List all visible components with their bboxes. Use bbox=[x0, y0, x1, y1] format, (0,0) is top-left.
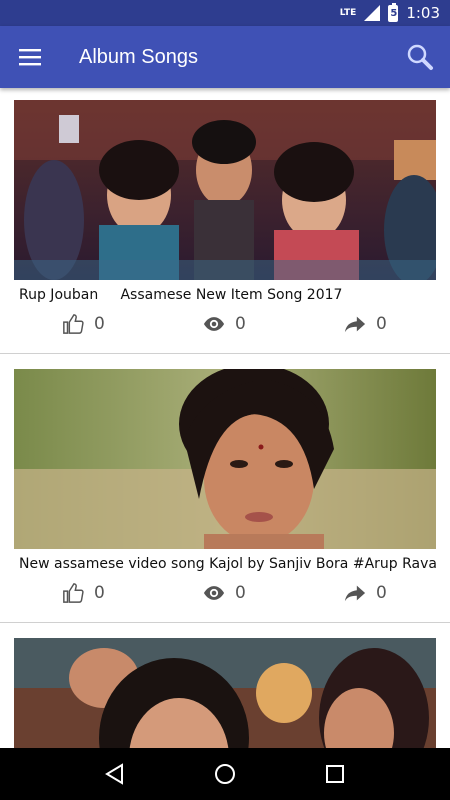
eye-icon bbox=[203, 586, 225, 600]
menu-icon bbox=[19, 49, 41, 66]
like-count: 0 bbox=[94, 314, 105, 334]
app-bar: Album Songs bbox=[0, 26, 450, 88]
status-bar: LTE 5 1:03 bbox=[0, 0, 450, 26]
video-thumbnail-image bbox=[14, 100, 436, 280]
share-count: 0 bbox=[376, 314, 387, 334]
thumbs-up-icon bbox=[63, 583, 84, 603]
divider bbox=[0, 353, 450, 354]
battery-icon: 5 bbox=[388, 2, 399, 22]
signal-icon bbox=[364, 5, 381, 21]
video-thumbnail[interactable] bbox=[14, 369, 436, 549]
view-count: 0 bbox=[235, 583, 246, 603]
home-icon bbox=[215, 764, 235, 784]
share-count: 0 bbox=[376, 583, 387, 603]
thumbs-up-icon bbox=[63, 314, 84, 334]
eye-icon bbox=[203, 317, 225, 331]
share-button[interactable]: 0 bbox=[344, 313, 387, 335]
views-indicator: 0 bbox=[203, 313, 246, 335]
search-button[interactable] bbox=[390, 26, 450, 88]
share-button[interactable]: 0 bbox=[344, 582, 387, 604]
video-feed[interactable]: Rup Jouban Assamese New Item Song 2017 0… bbox=[0, 88, 450, 748]
views-indicator: 0 bbox=[203, 582, 246, 604]
network-type: LTE bbox=[339, 7, 357, 18]
video-title[interactable]: Rup Jouban Assamese New Item Song 2017 bbox=[19, 287, 342, 303]
recents-button[interactable] bbox=[315, 754, 355, 794]
share-icon bbox=[344, 585, 366, 602]
recents-icon bbox=[326, 765, 344, 783]
divider bbox=[0, 622, 450, 623]
view-count: 0 bbox=[235, 314, 246, 334]
back-button[interactable] bbox=[95, 754, 135, 794]
like-count: 0 bbox=[94, 583, 105, 603]
video-thumbnail[interactable] bbox=[14, 638, 436, 748]
video-stats: 0 0 0 bbox=[0, 582, 450, 612]
back-icon bbox=[105, 763, 123, 785]
clock: 1:03 bbox=[406, 4, 440, 22]
home-button[interactable] bbox=[205, 754, 245, 794]
like-button[interactable]: 0 bbox=[62, 582, 105, 604]
menu-button[interactable] bbox=[0, 26, 60, 88]
page-title: Album Songs bbox=[79, 45, 198, 68]
system-nav-bar bbox=[0, 748, 450, 800]
share-icon bbox=[344, 316, 366, 333]
video-thumbnail-image bbox=[14, 369, 436, 549]
search-icon bbox=[407, 44, 433, 70]
video-stats: 0 0 0 bbox=[0, 313, 450, 343]
video-title[interactable]: New assamese video song Kajol by Sanjiv … bbox=[19, 556, 437, 572]
video-thumbnail[interactable] bbox=[14, 100, 436, 280]
like-button[interactable]: 0 bbox=[62, 313, 105, 335]
battery-level: 5 bbox=[390, 7, 398, 19]
video-thumbnail-image bbox=[14, 638, 436, 748]
